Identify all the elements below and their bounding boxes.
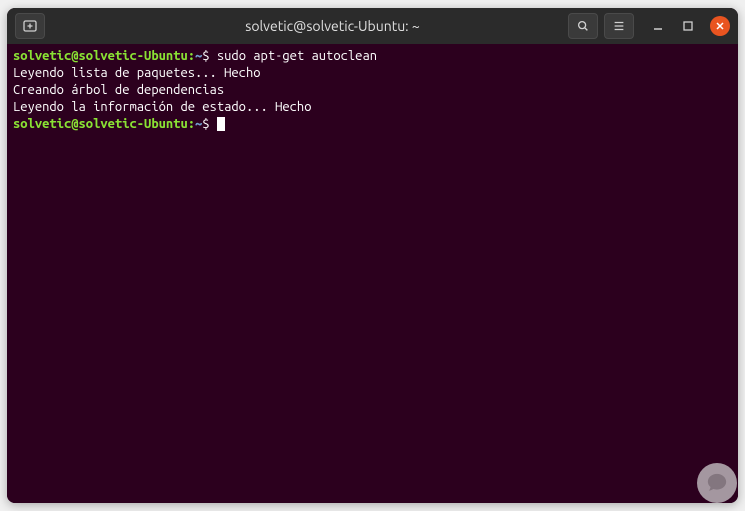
prompt-userhost: solvetic@solvetic-Ubuntu (13, 49, 188, 63)
window-controls (650, 16, 730, 36)
output-line: Leyendo la información de estado... Hech… (13, 100, 311, 114)
close-icon (715, 21, 725, 31)
titlebar-right (530, 13, 730, 39)
prompt-symbol: $ (202, 117, 209, 131)
feedback-button[interactable] (697, 463, 737, 503)
cursor (217, 117, 225, 131)
new-tab-icon (22, 18, 38, 34)
command-text: sudo apt-get autoclean (217, 49, 377, 63)
titlebar-left (15, 13, 135, 39)
prompt-userhost: solvetic@solvetic-Ubuntu (13, 117, 188, 131)
terminal-window: solvetic@solvetic-Ubuntu: ~ (7, 8, 738, 503)
terminal-body[interactable]: solvetic@solvetic-Ubuntu:~$ sudo apt-get… (7, 44, 738, 503)
titlebar: solvetic@solvetic-Ubuntu: ~ (7, 8, 738, 44)
hamburger-icon (612, 19, 626, 33)
window-title: solvetic@solvetic-Ubuntu: ~ (141, 18, 524, 34)
minimize-button[interactable] (650, 18, 666, 34)
search-button[interactable] (568, 13, 598, 39)
maximize-icon (682, 20, 694, 32)
search-icon (576, 19, 590, 33)
menu-button[interactable] (604, 13, 634, 39)
output-line: Leyendo lista de paquetes... Hecho (13, 66, 261, 80)
prompt-separator: : (188, 49, 195, 63)
speech-bubble-icon (706, 472, 728, 494)
new-tab-button[interactable] (15, 13, 45, 39)
output-line: Creando árbol de dependencias (13, 83, 224, 97)
prompt-symbol: $ (202, 49, 209, 63)
prompt-separator: : (188, 117, 195, 131)
maximize-button[interactable] (680, 18, 696, 34)
close-button[interactable] (710, 16, 730, 36)
minimize-icon (652, 20, 664, 32)
